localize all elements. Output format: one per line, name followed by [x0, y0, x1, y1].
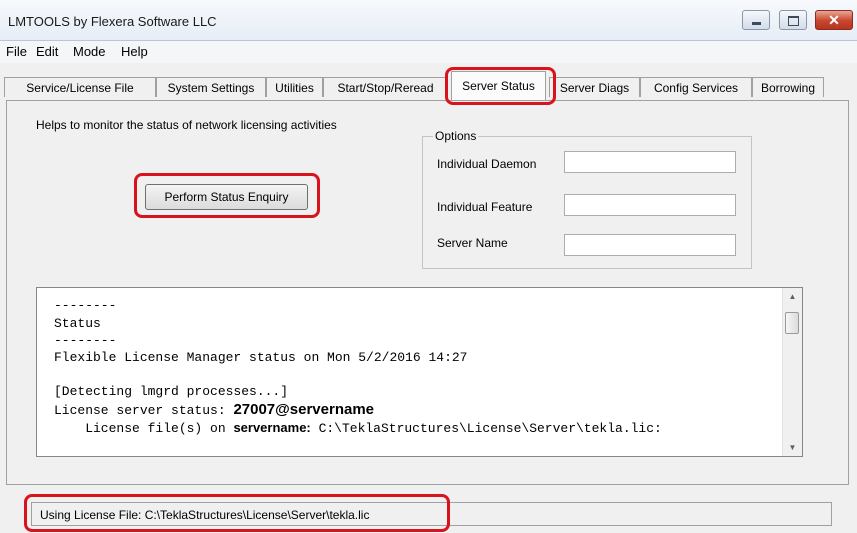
license-files-label: License file(s) on [54, 421, 234, 436]
tab-strip: Service/License File System Settings Uti… [0, 65, 857, 101]
output-line: Flexible License Manager status on Mon 5… [54, 350, 468, 365]
window-title: LMTOOLS by Flexera Software LLC [8, 14, 217, 29]
tab-service-license-file[interactable]: Service/License File [4, 77, 156, 97]
tab-utilities[interactable]: Utilities [266, 77, 323, 97]
menu-edit[interactable]: Edit [36, 44, 58, 59]
tab-borrowing[interactable]: Borrowing [752, 77, 824, 97]
close-button[interactable]: ✕ [815, 10, 853, 30]
server-status-label: License server status: [54, 403, 234, 418]
output-line: [Detecting lmgrd processes...] [54, 384, 289, 399]
individual-daemon-field[interactable] [564, 151, 736, 173]
tab-server-diags[interactable]: Server Diags [549, 77, 640, 97]
menu-help[interactable]: Help [121, 44, 148, 59]
individual-daemon-label: Individual Daemon [437, 157, 537, 171]
individual-feature-field[interactable] [564, 194, 736, 216]
menu-mode[interactable]: Mode [73, 44, 106, 59]
tab-start-stop-reread[interactable]: Start/Stop/Reread [323, 77, 448, 97]
scroll-up-icon[interactable]: ▲ [783, 288, 802, 305]
perform-status-enquiry-button[interactable]: Perform Status Enquiry [145, 184, 308, 210]
output-line: -------- [54, 333, 117, 348]
output-scrollbar[interactable]: ▲ ▼ [782, 288, 802, 456]
server-name-field[interactable] [564, 234, 736, 256]
output-line: License server status: 27007@servername [54, 401, 374, 418]
menu-file[interactable]: File [6, 44, 27, 59]
options-group: Options Individual Daemon Individual Fea… [422, 129, 752, 269]
menu-bar: File Edit Mode Help [0, 41, 857, 63]
scroll-thumb[interactable] [785, 312, 799, 334]
license-files-path: C:\TeklaStructures\License\Server\tekla.… [310, 421, 662, 436]
output-line: Status [54, 316, 101, 331]
tab-config-services[interactable]: Config Services [640, 77, 752, 97]
status-bar-text: Using License File: C:\TeklaStructures\L… [40, 508, 370, 522]
tab-server-status[interactable]: Server Status [451, 71, 546, 100]
title-bar: LMTOOLS by Flexera Software LLC ✕ [0, 0, 857, 41]
license-files-server: servername: [233, 420, 311, 435]
scroll-down-icon[interactable]: ▼ [783, 439, 802, 456]
maximize-button[interactable] [779, 10, 807, 30]
individual-feature-label: Individual Feature [437, 200, 533, 214]
output-line: -------- [54, 298, 117, 313]
tab-system-settings[interactable]: System Settings [156, 77, 266, 97]
pane-description: Helps to monitor the status of network l… [36, 118, 337, 132]
server-name-label: Server Name [437, 236, 508, 250]
close-icon: ✕ [828, 12, 840, 28]
status-bar: Using License File: C:\TeklaStructures\L… [31, 502, 832, 526]
server-status-value: 27007@servername [233, 401, 375, 418]
options-legend: Options [433, 129, 479, 143]
status-output-textarea[interactable]: -------- Status -------- Flexible Licens… [36, 287, 803, 457]
output-line: License file(s) on servername: C:\TeklaS… [54, 420, 662, 436]
minimize-button[interactable] [742, 10, 770, 30]
